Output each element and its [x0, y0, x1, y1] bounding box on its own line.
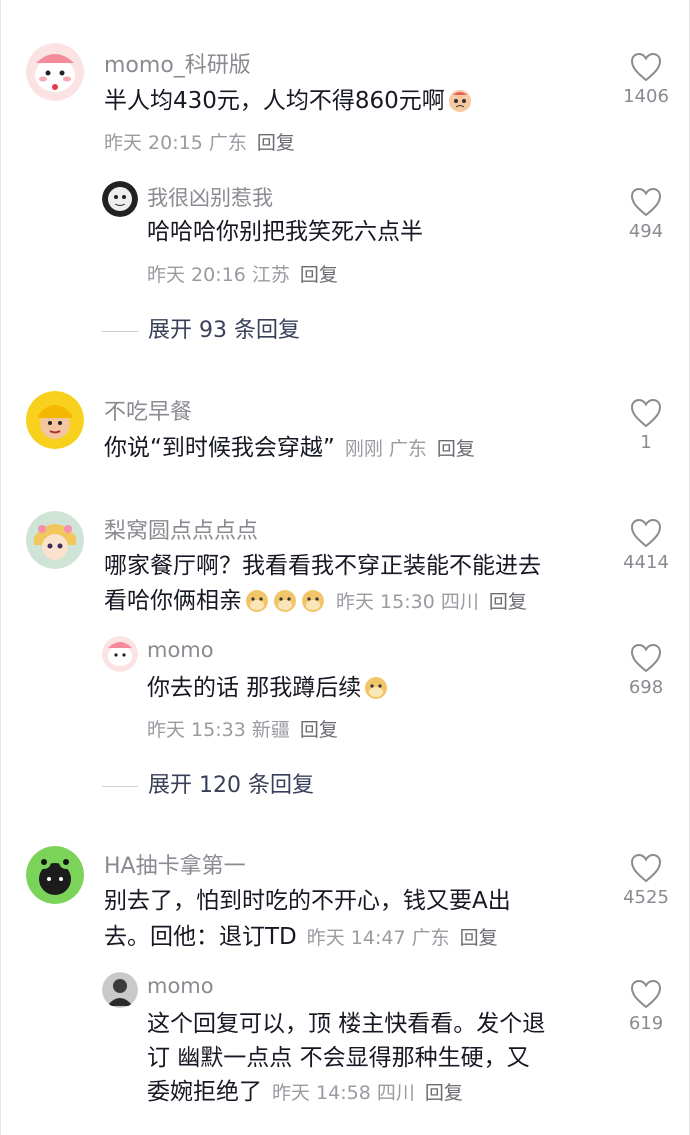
comment-text-line3: 委婉拒绝了 昨天 14:58 四川 回复 [147, 1079, 463, 1105]
username[interactable]: 我很凶别惹我 [147, 182, 273, 212]
doge-emoji [274, 590, 296, 612]
username[interactable]: momo [147, 638, 214, 662]
like-count: 494 [628, 221, 664, 242]
comment-text: 你说“到时候我会穿越” 刚刚 广东 回复 [104, 435, 475, 461]
username[interactable]: momo [147, 974, 214, 998]
like-button[interactable]: 619 [616, 979, 676, 1034]
cry-face-emoji [448, 90, 471, 112]
heart-icon [630, 187, 662, 217]
comment-text-line2: 看哈你俩相亲 昨天 15:30 四川 回复 [104, 588, 527, 614]
avatar-li-wo-yuan[interactable] [26, 511, 84, 569]
like-count: 4525 [623, 887, 669, 908]
avatar-momo-photo[interactable] [102, 972, 138, 1008]
comment-text: 半人均430元，人均不得860元啊 [104, 84, 473, 118]
like-count: 4414 [623, 552, 669, 573]
avatar-momo-science[interactable] [26, 43, 84, 101]
comment-text: 这个回复可以，顶 楼主快看看。发个退 [147, 1011, 546, 1037]
username[interactable]: 不吃早餐 [104, 394, 192, 426]
like-count: 619 [628, 1013, 664, 1034]
username[interactable]: momo_科研版 [104, 47, 251, 79]
reply-button[interactable]: 回复 [257, 132, 295, 154]
heart-icon [630, 398, 662, 428]
heart-icon [630, 643, 662, 673]
like-count: 1 [640, 432, 652, 453]
comment-meta: 昨天 20:16 江苏 回复 [147, 264, 338, 286]
comment-meta: 昨天 20:15 广东 回复 [104, 132, 295, 154]
comment-meta: 昨天 15:33 新疆 回复 [147, 719, 338, 741]
like-count: 698 [628, 677, 664, 698]
avatar-reply-user[interactable] [102, 181, 138, 217]
like-button[interactable]: 4414 [616, 518, 676, 573]
avatar-ha-chou-ka[interactable] [26, 846, 84, 904]
like-count: 1406 [623, 86, 669, 107]
divider [102, 785, 138, 787]
reply-button[interactable]: 回复 [489, 591, 527, 613]
doge-emoji [246, 590, 268, 612]
like-button[interactable]: 1 [616, 398, 676, 453]
reply-button[interactable]: 回复 [437, 438, 475, 460]
reply-button[interactable]: 回复 [460, 927, 498, 949]
like-button[interactable]: 1406 [616, 52, 676, 107]
username[interactable]: 梨窝圆点点点点 [104, 513, 258, 545]
heart-icon [630, 853, 662, 883]
comment-meta: 昨天 14:58 四川 回复 [272, 1082, 463, 1104]
comment-meta: 昨天 14:47 广东 回复 [306, 927, 498, 949]
heart-icon [630, 979, 662, 1009]
expand-replies-button[interactable]: 展开 120 条回复 [102, 767, 314, 799]
doge-emoji [302, 590, 324, 612]
like-button[interactable]: 494 [616, 187, 676, 242]
comment-text: 哈哈哈你别把我笑死六点半 [147, 219, 423, 245]
avatar-bu-chi-zao-can[interactable] [26, 391, 84, 449]
expand-replies-button[interactable]: 展开 93 条回复 [102, 312, 300, 344]
comment-text: 别去了，怕到时吃的不开心，钱又要A出 [104, 888, 511, 914]
username[interactable]: HA抽卡拿第一 [104, 848, 246, 880]
avatar-momo[interactable] [102, 636, 138, 672]
comment-text: 你去的话 那我蹲后续 [147, 671, 389, 705]
like-button[interactable]: 4525 [616, 853, 676, 908]
like-button[interactable]: 698 [616, 643, 676, 698]
divider [102, 330, 138, 332]
comment-meta: 刚刚 广东 回复 [344, 438, 475, 460]
comment-meta: 昨天 15:30 四川 回复 [336, 591, 527, 613]
reply-button[interactable]: 回复 [300, 719, 338, 741]
reply-button[interactable]: 回复 [300, 264, 338, 286]
comment-text-line2: 去。回他：退订TD 昨天 14:47 广东 回复 [104, 924, 498, 950]
heart-icon [630, 52, 662, 82]
comment-text-line2: 订 幽默一点点 不会显得那种生硬，又 [147, 1045, 530, 1071]
heart-icon [630, 518, 662, 548]
comment-text: 哪家餐厅啊？我看看我不穿正装能不能进去 [104, 553, 541, 579]
doge-emoji [365, 677, 388, 699]
reply-button[interactable]: 回复 [425, 1082, 463, 1104]
